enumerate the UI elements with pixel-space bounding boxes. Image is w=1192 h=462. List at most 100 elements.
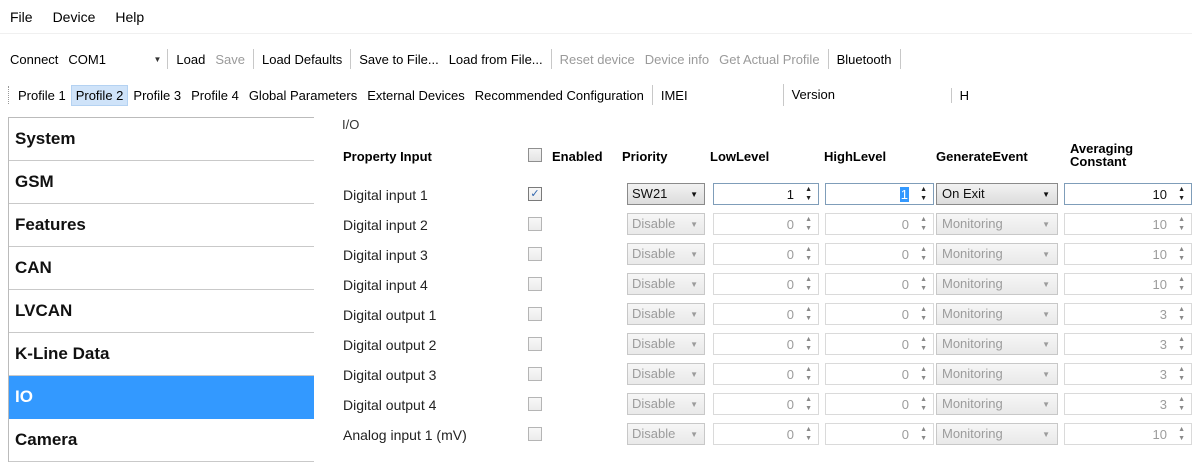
spin-arrows-icon[interactable]: ▲ ▼ xyxy=(1178,245,1185,263)
enabled-checkbox[interactable] xyxy=(528,307,542,321)
averaging-constant-spinner[interactable]: 10 ▲ ▼ xyxy=(1064,213,1192,235)
spin-arrows-icon[interactable]: ▲ ▼ xyxy=(920,425,927,443)
priority-select[interactable]: Disable ▼ xyxy=(627,273,705,295)
spin-arrows-icon[interactable]: ▲ ▼ xyxy=(920,215,927,233)
load-defaults-button[interactable]: Load Defaults xyxy=(257,50,347,69)
spin-arrows-icon[interactable]: ▲ ▼ xyxy=(805,305,812,323)
sidebar-item-gsm[interactable]: GSM xyxy=(9,161,314,204)
spin-arrows-icon[interactable]: ▲ ▼ xyxy=(920,365,927,383)
generate-event-select[interactable]: Monitoring ▼ xyxy=(936,333,1058,355)
menu-help[interactable]: Help xyxy=(115,7,144,27)
spin-arrows-icon[interactable]: ▲ ▼ xyxy=(805,185,812,203)
spin-arrows-icon[interactable]: ▲ ▼ xyxy=(1178,335,1185,353)
averaging-constant-spinner[interactable]: 10 ▲ ▼ xyxy=(1064,273,1192,295)
low-level-spinner[interactable]: 0 ▲ ▼ xyxy=(713,423,819,445)
spin-arrows-icon[interactable]: ▲ ▼ xyxy=(805,245,812,263)
enabled-checkbox[interactable]: ✓ xyxy=(528,187,542,201)
high-level-spinner[interactable]: 0 ▲ ▼ xyxy=(825,363,934,385)
high-level-spinner[interactable]: 0 ▲ ▼ xyxy=(825,213,934,235)
enabled-checkbox[interactable] xyxy=(528,397,542,411)
load-from-file-button[interactable]: Load from File... xyxy=(444,50,548,69)
tab-profile-2[interactable]: Profile 2 xyxy=(70,84,129,106)
spin-arrows-icon[interactable]: ▲ ▼ xyxy=(1178,215,1185,233)
spin-arrows-icon[interactable]: ▲ ▼ xyxy=(920,245,927,263)
tab-profile-4[interactable]: Profile 4 xyxy=(186,85,244,106)
high-level-spinner[interactable]: 0 ▲ ▼ xyxy=(825,393,934,415)
generate-event-select[interactable]: Monitoring ▼ xyxy=(936,363,1058,385)
spin-arrows-icon[interactable]: ▲ ▼ xyxy=(920,185,927,203)
low-level-spinner[interactable]: 0 ▲ ▼ xyxy=(713,363,819,385)
priority-select[interactable]: Disable ▼ xyxy=(627,363,705,385)
spin-arrows-icon[interactable]: ▲ ▼ xyxy=(1178,275,1185,293)
high-level-spinner[interactable]: 0 ▲ ▼ xyxy=(825,423,934,445)
tab-global-parameters[interactable]: Global Parameters xyxy=(244,85,362,106)
load-button[interactable]: Load xyxy=(171,50,210,69)
generate-event-select[interactable]: Monitoring ▼ xyxy=(936,303,1058,325)
averaging-constant-spinner[interactable]: 3 ▲ ▼ xyxy=(1064,333,1192,355)
spin-arrows-icon[interactable]: ▲ ▼ xyxy=(805,365,812,383)
sidebar-item-system[interactable]: System xyxy=(9,118,314,161)
save-button[interactable]: Save xyxy=(210,50,250,69)
spin-arrows-icon[interactable]: ▲ ▼ xyxy=(1178,365,1185,383)
spin-arrows-icon[interactable]: ▲ ▼ xyxy=(805,275,812,293)
sidebar-item-io[interactable]: IO xyxy=(9,376,314,419)
high-level-spinner[interactable]: 0 ▲ ▼ xyxy=(825,273,934,295)
tab-external-devices[interactable]: External Devices xyxy=(362,85,470,106)
spin-arrows-icon[interactable]: ▲ ▼ xyxy=(805,395,812,413)
bluetooth-button[interactable]: Bluetooth xyxy=(832,50,897,69)
generate-event-select[interactable]: Monitoring ▼ xyxy=(936,423,1058,445)
high-level-spinner[interactable]: 0 ▲ ▼ xyxy=(825,333,934,355)
device-info-button[interactable]: Device info xyxy=(640,50,714,69)
high-level-spinner[interactable]: 0 ▲ ▼ xyxy=(825,303,934,325)
priority-select[interactable]: Disable ▼ xyxy=(627,243,705,265)
enabled-checkbox[interactable] xyxy=(528,247,542,261)
high-level-spinner[interactable]: 0 ▲ ▼ xyxy=(825,243,934,265)
generate-event-select[interactable]: Monitoring ▼ xyxy=(936,273,1058,295)
priority-select[interactable]: Disable ▼ xyxy=(627,213,705,235)
averaging-constant-spinner[interactable]: 3 ▲ ▼ xyxy=(1064,303,1192,325)
low-level-spinner[interactable]: 0 ▲ ▼ xyxy=(713,273,819,295)
priority-select[interactable]: SW21 ▼ xyxy=(627,183,705,205)
priority-select[interactable]: Disable ▼ xyxy=(627,303,705,325)
averaging-constant-spinner[interactable]: 10 ▲ ▼ xyxy=(1064,243,1192,265)
spin-arrows-icon[interactable]: ▲ ▼ xyxy=(805,425,812,443)
sidebar-item-can[interactable]: CAN xyxy=(9,247,314,290)
priority-select[interactable]: Disable ▼ xyxy=(627,333,705,355)
low-level-spinner[interactable]: 0 ▲ ▼ xyxy=(713,333,819,355)
toolbar-grip[interactable] xyxy=(8,86,11,104)
generate-event-select[interactable]: On Exit ▼ xyxy=(936,183,1058,205)
enabled-checkbox[interactable] xyxy=(528,367,542,381)
sidebar-item-lvcan[interactable]: LVCAN xyxy=(9,290,314,333)
averaging-constant-spinner[interactable]: 10 ▲ ▼ xyxy=(1064,423,1192,445)
enabled-checkbox[interactable] xyxy=(528,217,542,231)
averaging-constant-spinner[interactable]: 10 ▲ ▼ xyxy=(1064,183,1192,205)
enabled-checkbox[interactable] xyxy=(528,427,542,441)
spin-arrows-icon[interactable]: ▲ ▼ xyxy=(1178,425,1185,443)
low-level-spinner[interactable]: 0 ▲ ▼ xyxy=(713,393,819,415)
spin-arrows-icon[interactable]: ▲ ▼ xyxy=(1178,185,1185,203)
spin-arrows-icon[interactable]: ▲ ▼ xyxy=(920,395,927,413)
averaging-constant-spinner[interactable]: 3 ▲ ▼ xyxy=(1064,363,1192,385)
menu-file[interactable]: File xyxy=(10,7,33,27)
low-level-spinner[interactable]: 0 ▲ ▼ xyxy=(713,303,819,325)
high-level-spinner[interactable]: 1 ▲ ▼ xyxy=(825,183,934,205)
menu-device[interactable]: Device xyxy=(53,7,96,27)
spin-arrows-icon[interactable]: ▲ ▼ xyxy=(920,335,927,353)
enabled-checkbox[interactable] xyxy=(528,337,542,351)
generate-event-select[interactable]: Monitoring ▼ xyxy=(936,213,1058,235)
enabled-checkbox[interactable] xyxy=(528,277,542,291)
generate-event-select[interactable]: Monitoring ▼ xyxy=(936,393,1058,415)
spin-arrows-icon[interactable]: ▲ ▼ xyxy=(1178,395,1185,413)
sidebar-item-k-line-data[interactable]: K-Line Data xyxy=(9,333,314,376)
spin-arrows-icon[interactable]: ▲ ▼ xyxy=(805,215,812,233)
spin-arrows-icon[interactable]: ▲ ▼ xyxy=(920,275,927,293)
enable-all-checkbox[interactable] xyxy=(528,148,542,162)
sidebar-item-camera[interactable]: Camera xyxy=(9,419,314,462)
averaging-constant-spinner[interactable]: 3 ▲ ▼ xyxy=(1064,393,1192,415)
sidebar-item-features[interactable]: Features xyxy=(9,204,314,247)
tab-profile-3[interactable]: Profile 3 xyxy=(128,85,186,106)
low-level-spinner[interactable]: 1 ▲ ▼ xyxy=(713,183,819,205)
priority-select[interactable]: Disable ▼ xyxy=(627,393,705,415)
generate-event-select[interactable]: Monitoring ▼ xyxy=(936,243,1058,265)
spin-arrows-icon[interactable]: ▲ ▼ xyxy=(1178,305,1185,323)
